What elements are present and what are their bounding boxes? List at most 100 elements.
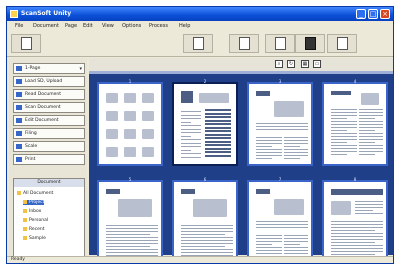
page-thumbnail[interactable]: 1 (97, 79, 163, 166)
folder-label: Inbox (29, 209, 42, 214)
folder-tree-item[interactable]: All Document (17, 191, 53, 196)
page-number: 3 (278, 79, 282, 84)
page-preview (102, 87, 158, 161)
menu-item-help[interactable]: Help (179, 23, 190, 29)
folder-label: Sample (29, 236, 46, 241)
task-icon (16, 144, 22, 149)
toolbar-page-button[interactable] (229, 34, 259, 53)
toolbar-back-button[interactable] (11, 34, 41, 53)
menu-item-file[interactable]: File (15, 23, 23, 29)
task-icon (16, 66, 22, 71)
thumbnail-workspace: ⌕ ↻ ▦ ▭ 1 2 3 4 5 6 7 8 (89, 58, 393, 263)
task-button[interactable]: Scan Document (13, 102, 85, 113)
task-icon (16, 79, 22, 84)
folder-icon (23, 236, 27, 240)
workspace-ruler (89, 71, 393, 74)
toolbar (7, 31, 393, 57)
minimize-button[interactable]: _ (356, 9, 366, 19)
folder-icon (23, 200, 27, 204)
menu-item-document[interactable]: Document (33, 23, 59, 29)
view-toolbar: ⌕ ↻ ▦ ▭ (89, 58, 393, 71)
page-number: 4 (353, 79, 357, 84)
folder-label: All Document (23, 191, 54, 196)
folder-icon (23, 227, 27, 231)
folder-tree: Document All Document Project Inbox Persona… (13, 178, 85, 260)
folder-tree-item[interactable]: Sample (23, 236, 46, 241)
folder-tree-item[interactable]: Inbox (23, 209, 41, 214)
page-number: 8 (353, 177, 357, 182)
toolbar-scan-button[interactable] (183, 34, 213, 53)
task-icon (16, 105, 22, 110)
task-button[interactable]: 1-Page ▾ (13, 63, 85, 74)
menu-item-view[interactable]: View (102, 23, 114, 29)
folder-tree-header: Document (14, 179, 84, 187)
folder-tree-item[interactable]: Project (23, 200, 45, 205)
page-preview (252, 87, 308, 161)
task-icon (16, 157, 22, 162)
folder-label: Project (29, 200, 45, 205)
app-icon (10, 10, 18, 18)
page-number: 5 (128, 177, 132, 182)
page-thumbnail[interactable]: 2 (172, 79, 238, 166)
task-button[interactable]: Scale (13, 141, 85, 152)
menu-bar: File Document Page Edit View Options Process He… (7, 21, 393, 31)
menu-item-options[interactable]: Options (122, 23, 141, 29)
grid-view-icon[interactable]: ▦ (301, 60, 309, 68)
menu-item-edit[interactable]: Edit (83, 23, 93, 29)
maximize-button[interactable]: □ (368, 9, 378, 19)
task-button[interactable]: Edit Document (13, 115, 85, 126)
task-label: Read Document (25, 92, 62, 97)
chevron-down-icon[interactable]: ▾ (79, 66, 82, 72)
task-label: Filing (25, 131, 37, 136)
task-icon (16, 131, 22, 136)
task-icon (16, 118, 22, 123)
zoom-icon[interactable]: ⌕ (275, 60, 283, 68)
page-number: 7 (278, 177, 282, 182)
task-button[interactable]: Print (13, 154, 85, 165)
status-bar: Ready (7, 256, 393, 263)
menu-item-page[interactable]: Page (65, 23, 77, 29)
document-icon (275, 37, 286, 50)
menu-item-process[interactable]: Process (149, 23, 168, 29)
title-bar[interactable]: ScanSoft Unity _ □ × (7, 7, 393, 21)
task-pane: 1-Page ▾ Load SD, Upload Read Document Scan … (9, 58, 87, 263)
folder-label: Personal (29, 218, 49, 223)
page-preview (327, 87, 383, 161)
page-thumbnail[interactable]: 7 (247, 177, 313, 263)
folder-tree-item[interactable]: Personal (23, 218, 48, 223)
task-label: Load SD, Upload (25, 79, 63, 84)
task-label: Edit Document (25, 118, 59, 123)
task-button[interactable]: Read Document (13, 89, 85, 100)
scan-icon (193, 37, 204, 50)
close-button[interactable]: × (380, 9, 390, 19)
status-text: Ready (11, 257, 25, 262)
folder-icon (17, 191, 21, 195)
page-thumbnail[interactable]: 3 (247, 79, 313, 166)
toolbar-print-button[interactable] (295, 34, 325, 53)
task-button[interactable]: Load SD, Upload (13, 76, 85, 87)
page-thumbnail[interactable]: 4 (322, 79, 388, 166)
page-view-icon[interactable]: ▭ (313, 60, 321, 68)
task-icon (16, 92, 22, 97)
task-button[interactable]: Filing (13, 128, 85, 139)
page-number: 6 (203, 177, 207, 182)
page-thumbnail[interactable]: 5 (97, 177, 163, 263)
toolbar-export-button[interactable] (327, 34, 357, 53)
task-label: Scale (25, 144, 38, 149)
page-icon (239, 37, 250, 50)
page-thumbnail[interactable]: 8 (322, 177, 388, 263)
page-number: 2 (203, 79, 207, 84)
folder-icon (23, 218, 27, 222)
page-preview (177, 185, 233, 259)
app-window: ScanSoft Unity _ □ × File Document Page Edi… (6, 6, 394, 264)
folder-icon (23, 209, 27, 213)
page-thumbnail[interactable]: 6 (172, 177, 238, 263)
rotate-icon[interactable]: ↻ (287, 60, 295, 68)
page-preview (327, 185, 383, 259)
page-preview (177, 87, 233, 161)
folder-tree-item[interactable]: Recent (23, 227, 45, 232)
task-label: Scan Document (25, 105, 61, 110)
toolbar-document-button[interactable] (265, 34, 295, 53)
task-label: 1-Page (25, 66, 41, 71)
page-preview (102, 185, 158, 259)
